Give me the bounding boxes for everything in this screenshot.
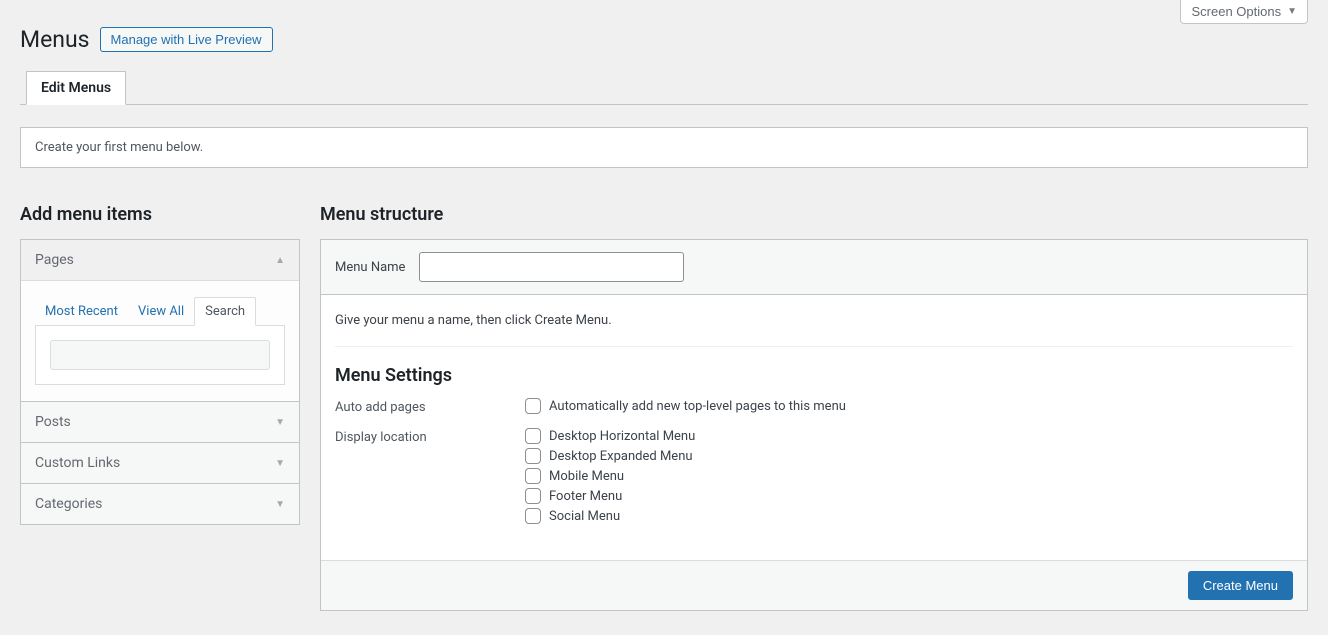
menu-structure-box: Menu Name Give your menu a name, then cl… — [320, 239, 1308, 611]
caret-down-icon: ▼ — [275, 417, 285, 428]
loc-social-checkbox[interactable] — [525, 508, 541, 524]
loc-desktop-horizontal-checkbox[interactable] — [525, 428, 541, 444]
loc-desktop-expanded-checkbox[interactable] — [525, 448, 541, 464]
display-location-label: Display location — [335, 428, 525, 445]
accordion-custom-links-label: Custom Links — [35, 455, 120, 471]
nav-tabs: Edit Menus — [20, 71, 1308, 105]
loc-mobile-checkbox[interactable] — [525, 468, 541, 484]
pages-tab-most-recent[interactable]: Most Recent — [35, 298, 128, 325]
loc-mobile-text: Mobile Menu — [549, 469, 624, 484]
accordion-pages-label: Pages — [35, 252, 74, 268]
screen-options-label: Screen Options — [1191, 4, 1281, 19]
menu-structure-title: Menu structure — [320, 204, 1308, 225]
loc-footer-checkbox[interactable] — [525, 488, 541, 504]
loc-footer-text: Footer Menu — [549, 489, 622, 504]
live-preview-button[interactable]: Manage with Live Preview — [100, 27, 273, 52]
menu-items-accordion: Pages ▲ Most Recent View All Search — [20, 239, 300, 525]
menu-settings-title: Menu Settings — [335, 365, 1293, 386]
accordion-categories-label: Categories — [35, 496, 102, 512]
menu-name-input[interactable] — [419, 252, 684, 282]
pages-search-input[interactable] — [50, 340, 270, 370]
page-title: Menus — [20, 26, 90, 53]
accordion-categories-head[interactable]: Categories ▼ — [21, 484, 299, 524]
pages-tab-search[interactable]: Search — [194, 297, 256, 326]
create-menu-button[interactable]: Create Menu — [1188, 571, 1293, 600]
add-menu-items-title: Add menu items — [20, 204, 300, 225]
accordion-posts-label: Posts — [35, 414, 71, 430]
tab-edit-menus[interactable]: Edit Menus — [26, 71, 126, 105]
caret-down-icon: ▼ — [275, 458, 285, 469]
accordion-posts-head[interactable]: Posts ▼ — [21, 402, 299, 442]
info-notice: Create your first menu below. — [20, 127, 1308, 168]
accordion-pages-body: Most Recent View All Search — [21, 280, 299, 401]
loc-social-text: Social Menu — [549, 509, 620, 524]
loc-desktop-expanded-text: Desktop Expanded Menu — [549, 449, 693, 464]
accordion-custom-links-head[interactable]: Custom Links ▼ — [21, 443, 299, 483]
pages-tab-view-all[interactable]: View All — [128, 298, 194, 325]
menu-instruction: Give your menu a name, then click Create… — [335, 313, 1293, 328]
caret-down-icon: ▼ — [1287, 6, 1297, 17]
menu-name-label: Menu Name — [335, 260, 405, 275]
auto-add-checkbox[interactable] — [525, 398, 541, 414]
accordion-pages-head[interactable]: Pages ▲ — [21, 240, 299, 280]
screen-options-button[interactable]: Screen Options ▼ — [1180, 0, 1308, 24]
loc-desktop-horizontal-text: Desktop Horizontal Menu — [549, 429, 695, 444]
auto-add-label: Auto add pages — [335, 398, 525, 415]
caret-down-icon: ▼ — [275, 499, 285, 510]
divider — [335, 346, 1293, 347]
auto-add-option-text: Automatically add new top-level pages to… — [549, 399, 846, 414]
caret-up-icon: ▲ — [275, 255, 285, 266]
